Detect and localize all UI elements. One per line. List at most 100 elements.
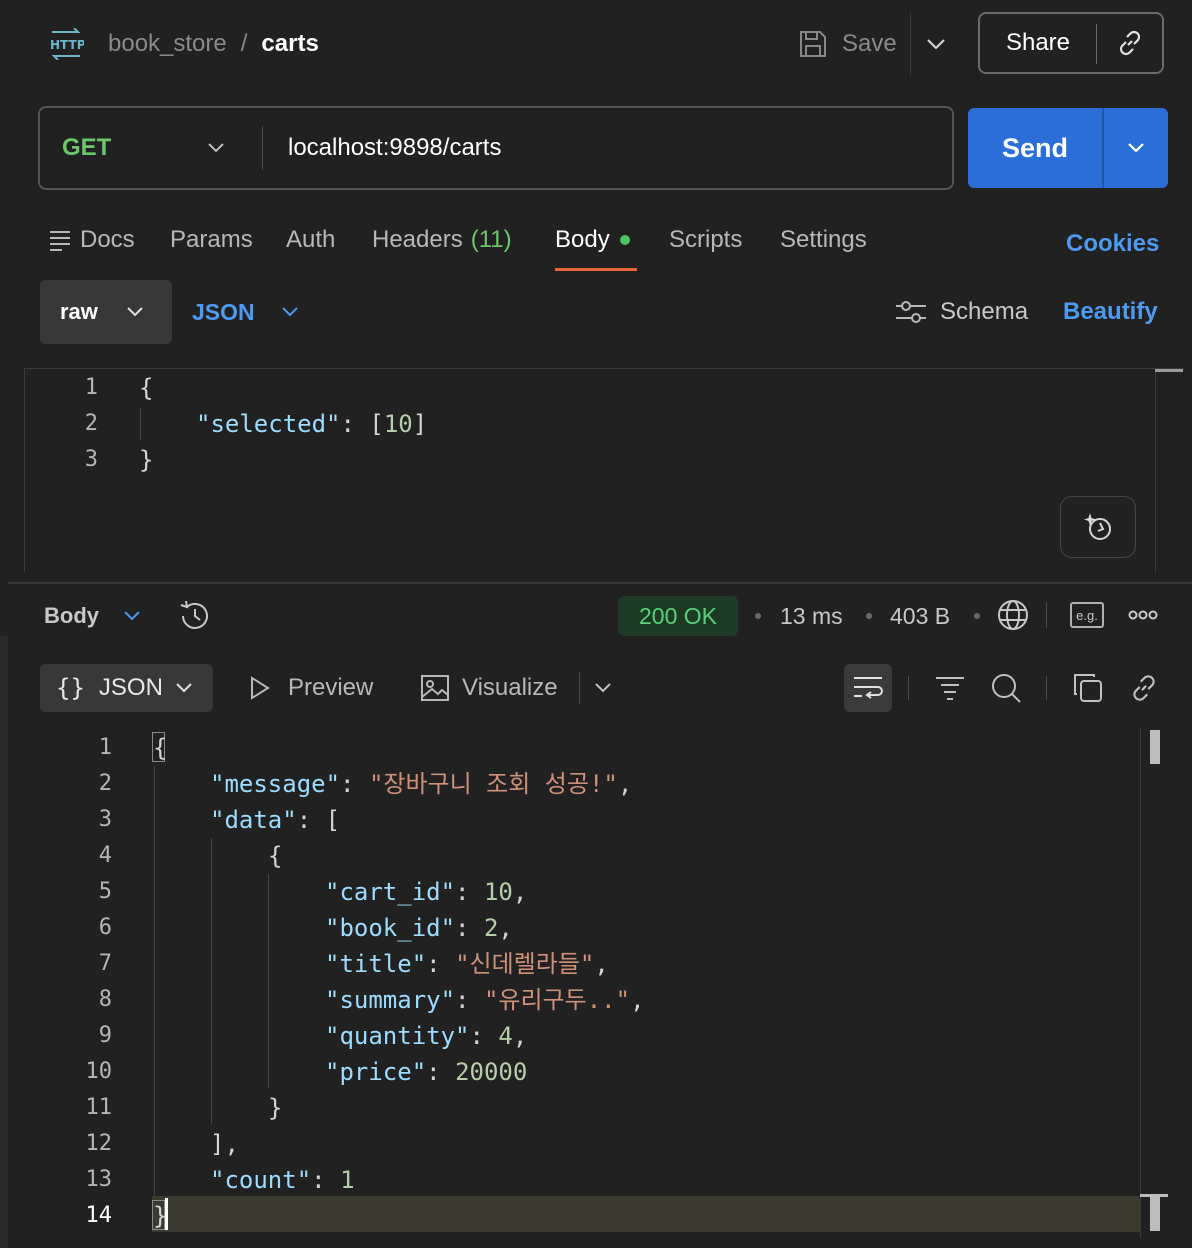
wrap-text-icon (852, 675, 884, 701)
status-text: 200 OK (639, 602, 717, 629)
globe-icon[interactable] (996, 598, 1030, 632)
response-line-numbers: 1 2 3 4 5 6 7 8 9 10 11 12 13 14 (52, 730, 113, 1234)
response-time[interactable]: 13 ms (780, 603, 843, 630)
editor-scrollbar-track (1155, 369, 1156, 573)
save-divider (910, 12, 911, 76)
share-button[interactable]: Share (980, 14, 1096, 72)
send-options-chevron-icon[interactable] (1124, 138, 1148, 158)
line-number: 9 (98, 1023, 112, 1048)
response-code-line: { (153, 734, 168, 762)
scrollbar-thumb-bottom-bar[interactable] (1150, 1197, 1160, 1231)
breadcrumb-collection[interactable]: book_store (108, 30, 227, 58)
preview-button[interactable]: Preview (248, 672, 373, 704)
copy-link-button[interactable] (1098, 14, 1162, 72)
url-input[interactable]: localhost:9898/carts (288, 108, 928, 188)
tab-docs-label: Docs (80, 226, 135, 253)
schema-button[interactable]: Schema (894, 296, 1028, 328)
response-code-line: "title": "신데렐라들", (325, 950, 609, 978)
tab-auth[interactable]: Auth (286, 226, 335, 254)
line-number: 8 (98, 987, 112, 1012)
body-mode-select[interactable]: raw (40, 280, 172, 344)
line-number: 2 (84, 411, 98, 436)
status-badge[interactable]: 200 OK (618, 596, 738, 636)
sparkle-icon (1082, 511, 1114, 543)
line-number: 5 (98, 879, 112, 904)
save-label: Save (842, 30, 897, 57)
link-icon (1115, 28, 1145, 58)
left-edge-strip (0, 636, 8, 1248)
send-button-group: Send (968, 108, 1168, 188)
response-code-line: { (268, 842, 283, 870)
docs-icon (48, 229, 72, 251)
body-format-select[interactable]: JSON (192, 296, 301, 328)
visualize-label: Visualize (462, 674, 558, 701)
indent-guide (211, 838, 212, 1124)
link-icon[interactable] (1128, 672, 1160, 704)
ai-assist-button[interactable] (1060, 496, 1136, 558)
request-code-line: { (139, 374, 154, 402)
response-section-label: Body (44, 603, 99, 628)
response-section-select[interactable]: Body (44, 600, 143, 632)
toolbar-divider (1046, 602, 1047, 628)
tab-body[interactable]: Body (555, 226, 630, 254)
wrap-lines-button[interactable] (844, 664, 892, 712)
line-number: 1 (98, 735, 112, 760)
separator-dot (974, 613, 980, 619)
editor-scrollbar-thumb[interactable] (1155, 369, 1183, 372)
url-text: localhost:9898/carts (288, 134, 502, 161)
schema-label: Schema (940, 298, 1029, 325)
line-number: 3 (84, 447, 98, 472)
visualize-button[interactable]: Visualize (420, 672, 558, 704)
send-button[interactable]: Send (968, 108, 1102, 188)
current-line-highlight (152, 1196, 1140, 1232)
filter-icon[interactable] (934, 674, 966, 702)
method-select[interactable]: GET (62, 108, 258, 188)
save-example-button[interactable]: e.g. (1070, 602, 1104, 628)
chevron-down-icon (124, 303, 146, 321)
tab-settings[interactable]: Settings (780, 226, 867, 254)
breadcrumb-request-name[interactable]: carts (261, 30, 318, 58)
http-icon: HTTP (48, 28, 84, 60)
save-button[interactable]: Save (798, 26, 897, 62)
share-group: Share (978, 12, 1164, 74)
cookies-link[interactable]: Cookies (1066, 230, 1159, 258)
visualize-chevron-down-icon[interactable] (592, 679, 614, 697)
body-mode-label: raw (60, 299, 98, 324)
save-options-chevron-icon[interactable] (924, 34, 948, 54)
line-number: 3 (98, 807, 112, 832)
search-icon[interactable] (990, 672, 1022, 704)
method-label: GET (62, 134, 112, 161)
request-line-numbers: 1 2 3 (38, 370, 98, 478)
line-number: 7 (98, 951, 112, 976)
more-options-icon[interactable] (1128, 609, 1158, 621)
image-icon (420, 673, 450, 703)
tab-headers[interactable]: Headers (11) (372, 226, 512, 254)
indent-guide (268, 874, 269, 1088)
request-body-editor[interactable] (24, 368, 1184, 573)
preview-label: Preview (288, 674, 374, 701)
line-number: 6 (98, 915, 112, 940)
line-number: 1 (84, 375, 98, 400)
tab-params[interactable]: Params (170, 226, 253, 254)
example-label: e.g. (1076, 607, 1098, 623)
line-number: 14 (85, 1203, 113, 1228)
response-format-select[interactable]: {} JSON (40, 664, 213, 712)
scrollbar-thumb[interactable] (1150, 730, 1160, 764)
breadcrumb-separator: / (240, 30, 248, 57)
response-code-line: } (153, 1202, 168, 1230)
chevron-down-icon (121, 607, 143, 625)
beautify-button[interactable]: Beautify (1063, 298, 1158, 326)
send-label: Send (1001, 132, 1068, 163)
tab-active-indicator (555, 268, 637, 271)
toolbar-divider (579, 672, 580, 704)
response-code-line: "price": 20000 (325, 1058, 528, 1086)
pane-divider[interactable] (8, 582, 1192, 584)
line-number: 2 (98, 771, 112, 796)
separator-dot (866, 613, 872, 619)
response-size[interactable]: 403 B (890, 603, 950, 630)
history-icon[interactable] (178, 599, 212, 633)
copy-icon[interactable] (1072, 672, 1104, 704)
tab-docs[interactable]: Docs (48, 224, 135, 256)
response-code-line: "cart_id": 10, (325, 878, 528, 906)
tab-scripts[interactable]: Scripts (669, 226, 742, 254)
